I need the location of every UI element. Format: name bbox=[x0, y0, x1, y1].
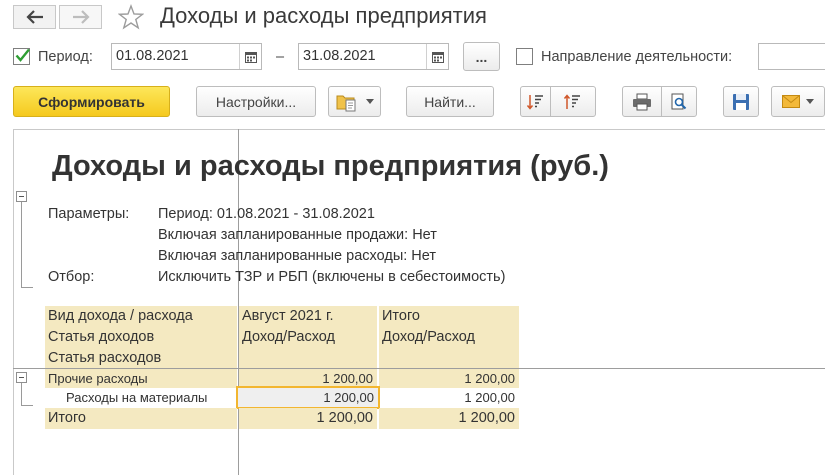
total-row-label: Итого bbox=[45, 408, 237, 429]
collapse-other-expenses-group[interactable] bbox=[16, 372, 27, 383]
filter-value: Исключить ТЗР и РБП (включены в себестои… bbox=[158, 269, 506, 285]
header-august-2021: Август 2021 г. bbox=[239, 306, 377, 327]
total-row-august-value: 1 200,00 bbox=[239, 408, 377, 429]
date-from-calendar-button[interactable] bbox=[239, 44, 261, 69]
settings-button[interactable]: Настройки... bbox=[196, 86, 316, 117]
table-row-total-value[interactable]: 1 200,00 bbox=[379, 369, 519, 388]
sort-ascending-icon bbox=[526, 94, 543, 110]
favorite-star-icon[interactable] bbox=[117, 4, 145, 35]
table-row-name[interactable]: Прочие расходы bbox=[45, 369, 237, 388]
report-title: Доходы и расходы предприятия (руб.) bbox=[52, 150, 609, 182]
filter-label: Отбор: bbox=[48, 269, 95, 285]
report-top-border bbox=[13, 129, 825, 130]
calendar-icon bbox=[431, 51, 444, 63]
chevron-down-icon bbox=[806, 99, 814, 104]
choose-period-button[interactable]: ... bbox=[463, 42, 500, 71]
header-income-expense-type: Вид дохода / расхода bbox=[45, 306, 237, 327]
selected-cell-august-value[interactable]: 1 200,00 bbox=[236, 386, 380, 409]
date-from-value: 01.08.2021 bbox=[116, 48, 189, 64]
header-income-item: Статья доходов bbox=[45, 327, 237, 348]
find-button[interactable]: Найти... bbox=[406, 86, 494, 117]
period-checkbox[interactable] bbox=[13, 48, 30, 65]
group-line bbox=[21, 405, 33, 406]
table-row-name[interactable]: Расходы на материалы bbox=[45, 388, 237, 407]
variants-dropdown-button[interactable] bbox=[328, 86, 381, 117]
send-email-dropdown-button[interactable] bbox=[771, 86, 825, 117]
group-line bbox=[21, 287, 33, 288]
generate-button[interactable]: Сформировать bbox=[13, 86, 170, 117]
calendar-icon bbox=[244, 51, 257, 63]
activity-checkbox[interactable] bbox=[516, 48, 533, 65]
print-preview-button[interactable] bbox=[661, 86, 697, 117]
date-to-field[interactable]: 31.08.2021 bbox=[298, 43, 449, 70]
floppy-disk-icon bbox=[733, 93, 749, 110]
period-dash: – bbox=[276, 49, 285, 65]
window-title: Доходы и расходы предприятия bbox=[160, 3, 487, 28]
collapse-parameters-group[interactable] bbox=[16, 191, 27, 202]
group-line bbox=[21, 383, 22, 405]
activity-field[interactable] bbox=[758, 43, 825, 70]
parameter-planned-expenses: Включая запланированные расходы: Нет bbox=[158, 248, 436, 264]
chevron-down-icon bbox=[365, 99, 374, 104]
group-line bbox=[21, 202, 22, 287]
arrow-right-icon bbox=[72, 10, 90, 24]
parameter-period: Период: 01.08.2021 - 31.08.2021 bbox=[158, 206, 375, 222]
checkmark-icon bbox=[15, 48, 30, 62]
sort-descending-icon bbox=[564, 93, 580, 109]
table-row-total-value[interactable]: 1 200,00 bbox=[379, 388, 519, 407]
preview-magnifier-icon bbox=[671, 93, 687, 109]
parameter-planned-sales: Включая запланированные продажи: Нет bbox=[158, 227, 437, 243]
folder-documents-icon bbox=[336, 95, 355, 111]
header-august-income-expense: Доход/Расход bbox=[239, 327, 377, 368]
header-expense-item: Статья расходов bbox=[45, 348, 237, 368]
period-label: Период: bbox=[38, 49, 93, 65]
header-total-income-expense: Доход/Расход bbox=[379, 327, 519, 368]
total-row-total-value: 1 200,00 bbox=[379, 408, 519, 429]
envelope-icon bbox=[782, 95, 800, 108]
print-button[interactable] bbox=[622, 86, 662, 117]
date-to-calendar-button[interactable] bbox=[426, 44, 448, 69]
parameters-label: Параметры: bbox=[48, 206, 130, 222]
sort-ascending-button[interactable] bbox=[520, 86, 551, 117]
date-to-value: 31.08.2021 bbox=[303, 48, 376, 64]
save-button[interactable] bbox=[723, 86, 759, 117]
printer-icon bbox=[633, 93, 651, 110]
date-from-field[interactable]: 01.08.2021 bbox=[111, 43, 262, 70]
arrow-left-icon bbox=[25, 10, 43, 24]
report-left-border bbox=[13, 129, 14, 475]
forward-button[interactable] bbox=[59, 5, 102, 29]
back-button[interactable] bbox=[13, 5, 56, 29]
header-total: Итого bbox=[379, 306, 519, 327]
sort-descending-button[interactable] bbox=[550, 86, 596, 117]
activity-label: Направление деятельности: bbox=[541, 49, 733, 65]
